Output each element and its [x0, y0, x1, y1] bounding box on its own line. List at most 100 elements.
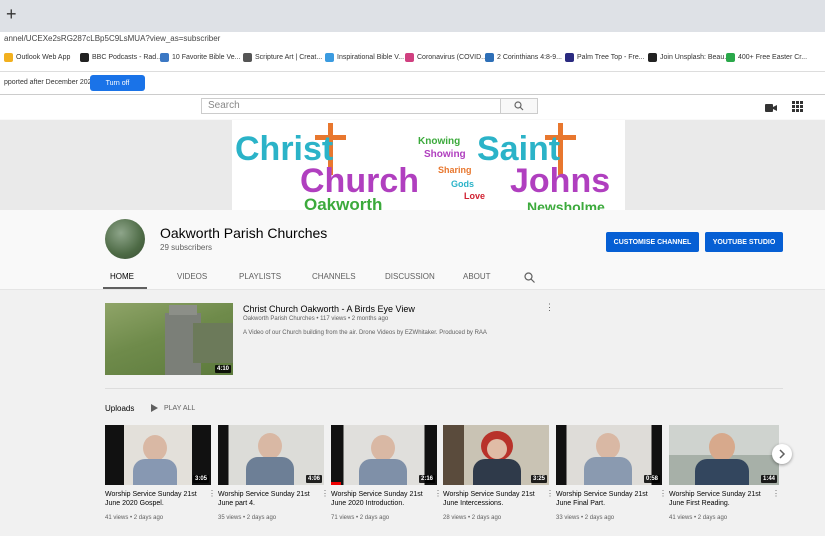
easter-icon	[726, 53, 735, 62]
bookmark-label: 10 Favorite Bible Ve...	[172, 54, 241, 61]
video-title[interactable]: Worship Service Sunday 21st June Interce…	[443, 490, 547, 508]
video-title[interactable]: Worship Service Sunday 21st June 2020 In…	[331, 490, 435, 508]
banner-knowing: Knowing	[418, 136, 461, 147]
banner-sharing: Sharing	[438, 165, 472, 175]
uploads-heading[interactable]: Uploads	[105, 404, 134, 413]
duration-badge: 3:25	[530, 475, 547, 483]
video-title[interactable]: Worship Service Sunday 21st June part 4.	[218, 490, 322, 508]
person-head	[487, 439, 507, 459]
tab-about[interactable]: ABOUT	[463, 272, 491, 281]
bookmark-outlook[interactable]: Outlook Web App	[4, 53, 70, 62]
tab-videos[interactable]: VIDEOS	[177, 272, 207, 281]
more-options-icon[interactable]: ⋮	[321, 489, 329, 498]
play-all-button[interactable]: PLAY ALL	[151, 404, 195, 412]
channel-search-icon[interactable]	[524, 270, 535, 288]
trees	[193, 323, 233, 363]
palm-tree-icon	[565, 53, 574, 62]
bookmark-easter[interactable]: 400+ Free Easter Cr...	[726, 53, 807, 62]
person-head	[596, 433, 620, 459]
video-title[interactable]: Worship Service Sunday 21st June First R…	[669, 490, 773, 508]
featured-video-title[interactable]: Christ Church Oakworth - A Birds Eye Vie…	[243, 304, 415, 314]
bookmark-bbc[interactable]: BBC Podcasts - Rad...	[80, 53, 162, 62]
video-thumbnail[interactable]: 0:58	[556, 425, 662, 485]
person-body	[695, 459, 749, 485]
more-options-icon[interactable]: ⋮	[208, 489, 216, 498]
turn-off-button[interactable]: Turn off	[90, 75, 145, 91]
apps-grid-icon[interactable]	[792, 99, 803, 117]
video-thumbnail[interactable]: 3:25	[443, 425, 549, 485]
search-button[interactable]	[500, 98, 538, 114]
tab-channels[interactable]: CHANNELS	[312, 272, 356, 281]
video-meta: 41 views • 2 days ago	[105, 515, 164, 521]
video-thumbnail[interactable]: 3:05	[105, 425, 211, 485]
tab-discussion[interactable]: DISCUSSION	[385, 272, 435, 281]
subscriber-count: 29 subscribers	[160, 243, 213, 252]
video-thumbnail[interactable]: 4:06	[218, 425, 324, 485]
bookmarks-bar: Outlook Web App BBC Podcasts - Rad... 10…	[0, 49, 825, 72]
video-title[interactable]: Worship Service Sunday 21st June Final P…	[556, 490, 660, 508]
browser-tab-strip: +	[0, 0, 825, 32]
bookmark-label: Inspirational Bible V...	[337, 54, 405, 61]
tab-playlists[interactable]: PLAYLISTS	[239, 272, 281, 281]
person-body	[359, 459, 407, 485]
create-video-icon[interactable]	[765, 100, 777, 118]
more-options-icon[interactable]: ⋮	[545, 302, 554, 313]
banner-johns: Johns	[510, 162, 611, 200]
cross-icon	[325, 53, 334, 62]
coronavirus-icon	[405, 53, 414, 62]
unsplash-icon	[648, 53, 657, 62]
chevron-right-icon	[779, 449, 786, 459]
scripture-art-icon	[243, 53, 252, 62]
featured-video-thumbnail[interactable]: 4:10	[105, 303, 233, 375]
bookmark-unsplash[interactable]: Join Unsplash: Beau...	[648, 53, 730, 62]
bbc-icon	[80, 53, 89, 62]
bookmark-label: BBC Podcasts - Rad...	[92, 54, 163, 61]
bookmark-g-icon	[160, 53, 169, 62]
more-options-icon[interactable]: ⋮	[659, 489, 667, 498]
bookmark-palm-tree[interactable]: Palm Tree Top - Fre...	[565, 53, 645, 62]
person-body	[246, 457, 294, 485]
person-head	[258, 433, 282, 459]
address-bar[interactable]: annel/UCEXe2sRG287cLBp5C9LsMUA?view_as=s…	[0, 32, 825, 49]
channel-avatar[interactable]	[105, 219, 145, 259]
url-text[interactable]: annel/UCEXe2sRG287cLBp5C9LsMUA?view_as=s…	[4, 34, 220, 43]
watch-progress-bar	[331, 482, 341, 485]
person-body	[473, 459, 521, 485]
duration-badge: 3:05	[192, 475, 209, 483]
bookmark-label: Scripture Art | Creat...	[255, 54, 323, 61]
bookmark-label: Join Unsplash: Beau...	[660, 54, 731, 61]
video-meta: 71 views • 2 days ago	[331, 515, 390, 521]
more-options-icon[interactable]: ⋮	[772, 489, 780, 498]
duration-badge: 0:58	[643, 475, 660, 483]
next-arrow-button[interactable]	[772, 444, 792, 464]
bookmark-inspirational[interactable]: Inspirational Bible V...	[325, 53, 404, 62]
banner-church: Church	[300, 162, 419, 200]
duration-badge: 1:44	[760, 475, 777, 483]
video-thumbnail[interactable]: 1:44	[669, 425, 779, 485]
duration-badge: 4:06	[305, 475, 322, 483]
video-thumbnail[interactable]: 2:16	[331, 425, 437, 485]
bookmark-label: Coronavirus (COVID...	[417, 54, 488, 61]
tab-home[interactable]: HOME	[110, 272, 134, 281]
bookmark-coronavirus[interactable]: Coronavirus (COVID...	[405, 53, 487, 62]
youtube-studio-button[interactable]: YOUTUBE STUDIO	[705, 232, 783, 252]
new-tab-button[interactable]: +	[6, 4, 17, 25]
more-options-icon[interactable]: ⋮	[434, 489, 442, 498]
section-divider	[105, 388, 783, 389]
video-title[interactable]: Worship Service Sunday 21st June 2020 Go…	[105, 490, 209, 508]
duration-badge: 2:16	[418, 475, 435, 483]
customise-channel-button[interactable]: CUSTOMISE CHANNEL	[606, 232, 699, 252]
more-options-icon[interactable]: ⋮	[546, 489, 554, 498]
bookmark-bible-verses[interactable]: 10 Favorite Bible Ve...	[160, 53, 240, 62]
bookmark-scripture-art[interactable]: Scripture Art | Creat...	[243, 53, 322, 62]
bookmark-label: 2 Corinthians 4:8-9...	[497, 54, 562, 61]
bookmark-corinthians[interactable]: 2 Corinthians 4:8-9...	[485, 53, 562, 62]
info-text: pported after December 2020.	[4, 79, 98, 86]
outlook-icon	[4, 53, 13, 62]
banner-saint: Saint	[477, 130, 561, 168]
video-meta: 28 views • 2 days ago	[443, 515, 502, 521]
search-input[interactable]: Search	[201, 98, 501, 114]
bookmark-label: 400+ Free Easter Cr...	[738, 54, 808, 61]
bookmark-label: Outlook Web App	[16, 54, 71, 61]
channel-name: Oakworth Parish Churches	[160, 225, 328, 241]
